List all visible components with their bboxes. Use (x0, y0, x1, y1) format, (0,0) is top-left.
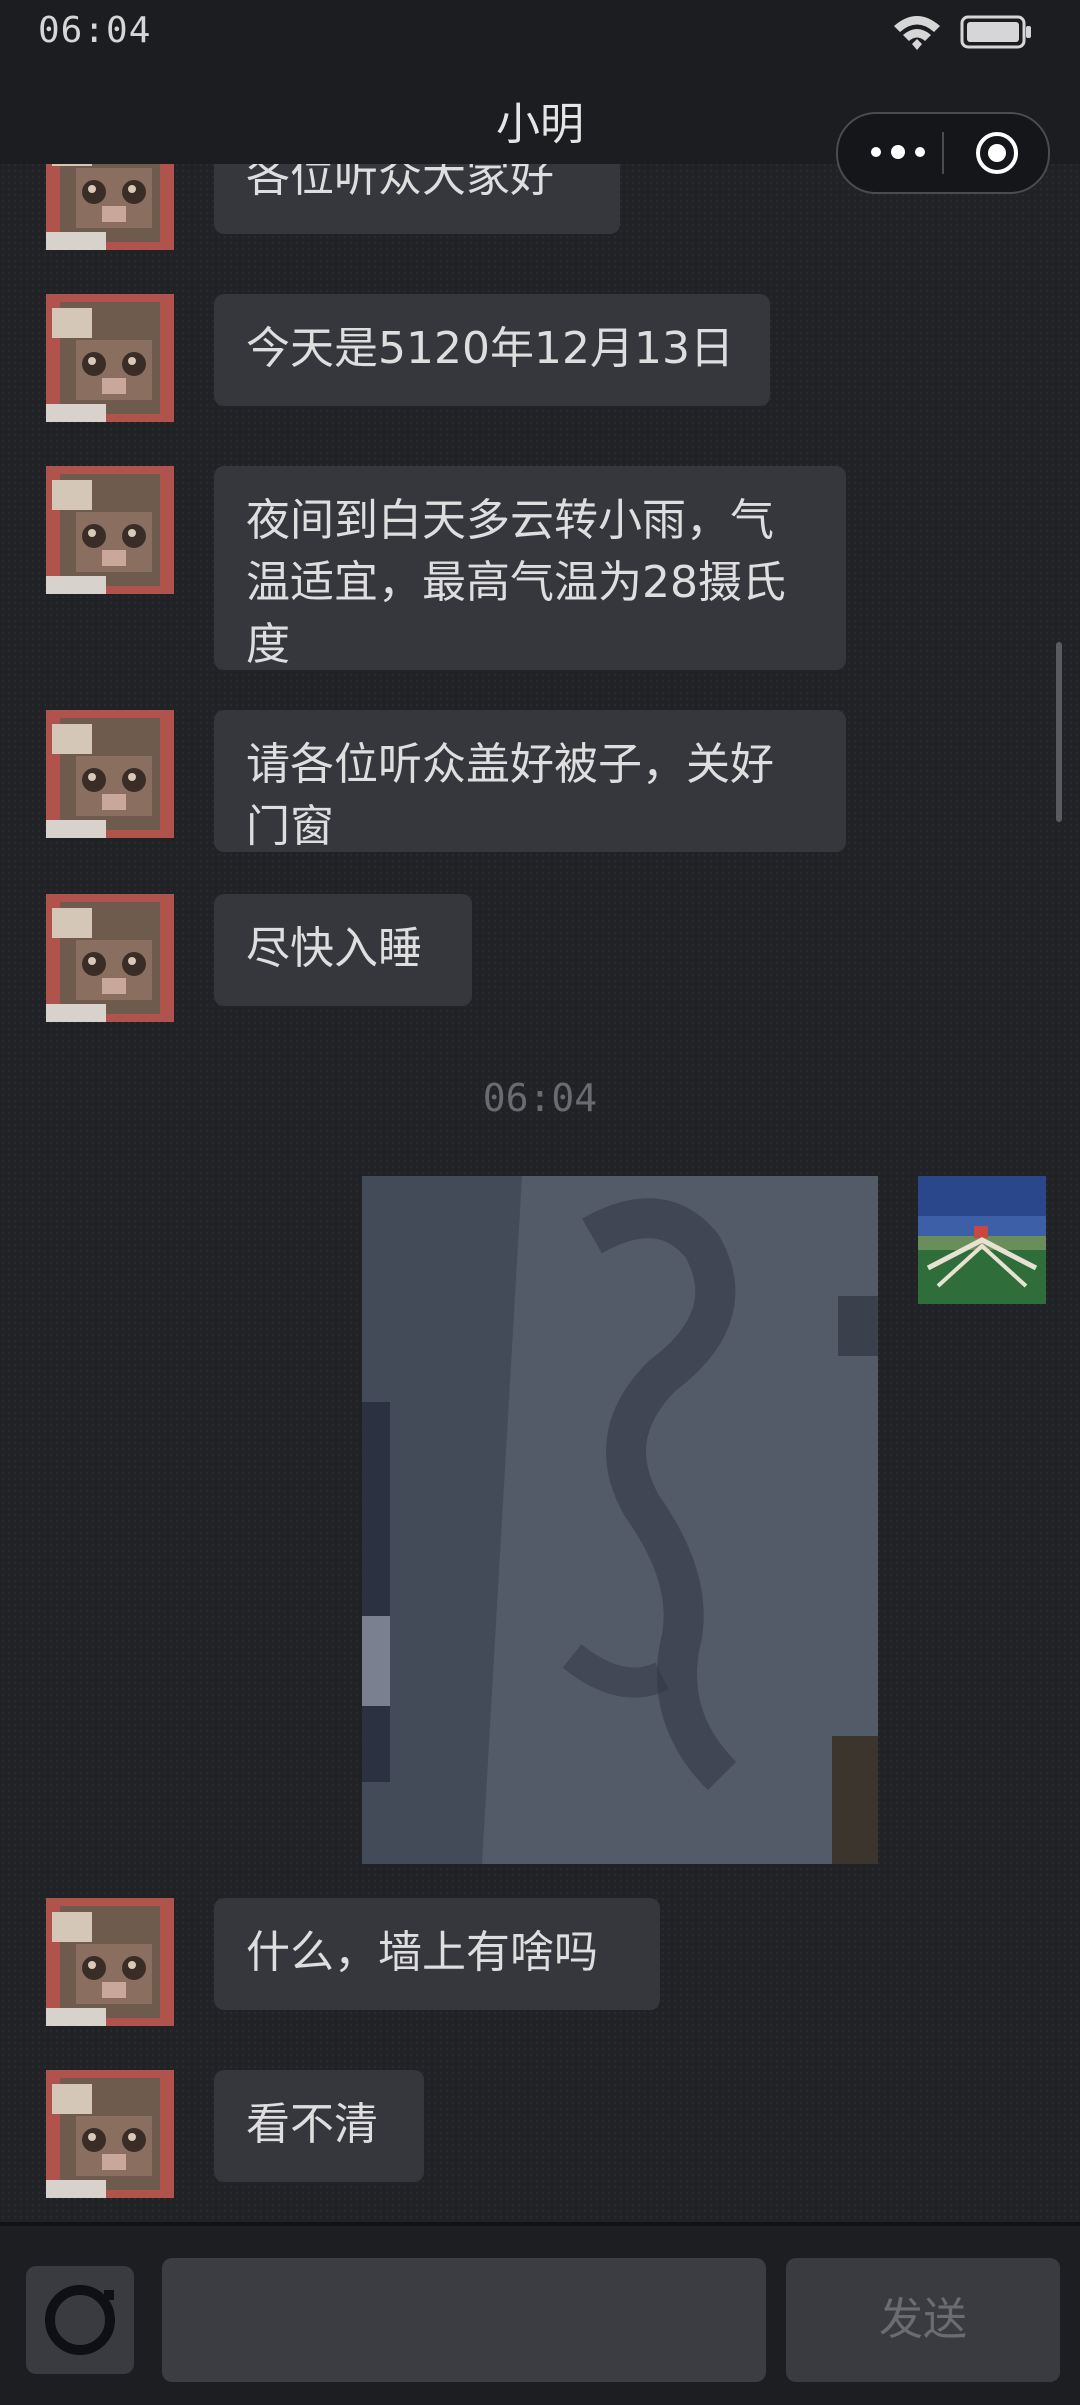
avatar[interactable] (46, 710, 174, 838)
message-bubble[interactable]: 各位听众大家好 (214, 164, 620, 234)
photo-content (362, 1176, 878, 1864)
avatar[interactable] (46, 2070, 174, 2198)
capsule-divider (942, 132, 944, 174)
avatar[interactable] (46, 164, 174, 250)
camera-button[interactable] (26, 2266, 134, 2374)
close-miniprogram-icon[interactable] (974, 130, 1020, 176)
avatar[interactable] (46, 294, 174, 422)
send-button[interactable]: 发送 (786, 2258, 1060, 2382)
mini-program-capsule (836, 112, 1050, 194)
message-bubble[interactable]: 今天是5120年12月13日 (214, 294, 770, 406)
message-bubble[interactable]: 请各位听众盖好被子，关好门窗 (214, 710, 846, 852)
avatar[interactable] (46, 1898, 174, 2026)
wifi-icon (894, 16, 940, 50)
message-bubble[interactable]: 看不清 (214, 2070, 424, 2182)
scrollbar[interactable] (1056, 642, 1062, 822)
avatar[interactable] (46, 894, 174, 1022)
sent-photo[interactable] (362, 1176, 878, 1864)
self-avatar[interactable] (918, 1176, 1046, 1304)
more-icon[interactable] (866, 136, 930, 168)
input-bar: 发送 (0, 2222, 1080, 2405)
status-bar: 06:04 (0, 0, 1080, 64)
message-bubble[interactable]: 夜间到白天多云转小雨，气温适宜，最高气温为28摄氏度 (214, 466, 846, 670)
message-timestamp: 06:04 (482, 1076, 598, 1120)
avatar[interactable] (46, 466, 174, 594)
message-bubble[interactable]: 尽快入睡 (214, 894, 472, 1006)
message-bubble[interactable]: 什么，墙上有啥吗 (214, 1898, 660, 2010)
message-list[interactable]: 各位听众大家好 今天是5120年12月13日 夜间到白天多云转小雨，气温适宜，最… (0, 164, 1080, 2222)
camera-icon (45, 2285, 115, 2355)
status-time: 06:04 (38, 10, 152, 51)
message-input[interactable] (162, 2258, 766, 2382)
battery-icon (960, 15, 1031, 49)
